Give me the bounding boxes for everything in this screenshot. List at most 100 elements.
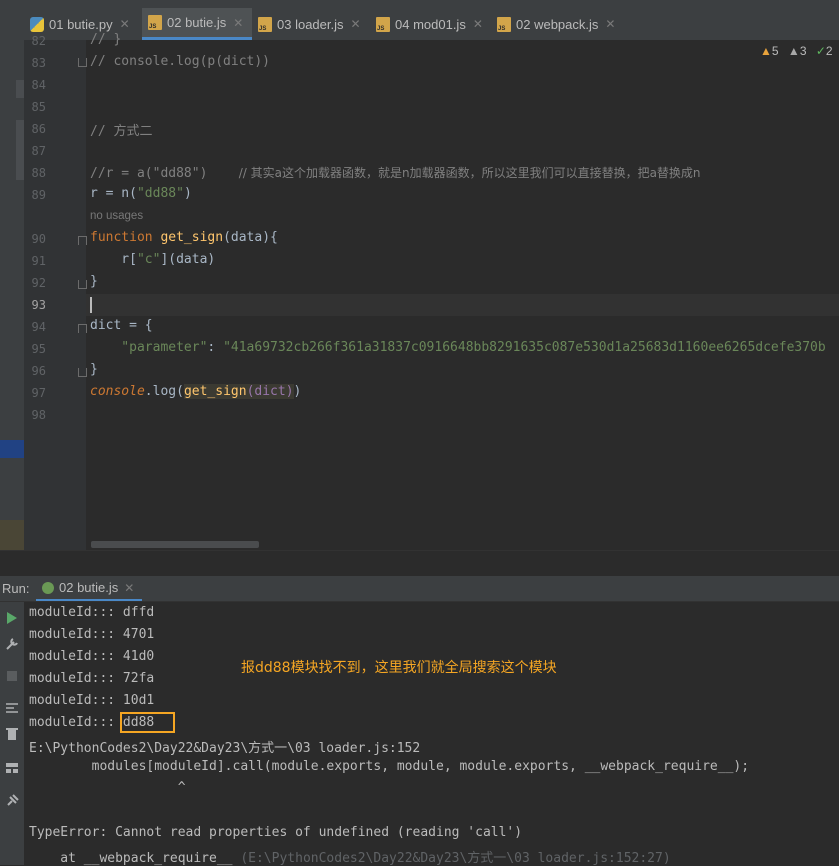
fold-start-icon[interactable]: [78, 324, 87, 333]
fold-start-icon[interactable]: [78, 236, 87, 245]
code-token: ): [293, 384, 302, 399]
string-token: "c": [136, 252, 161, 267]
function-name-token: get_sign: [160, 230, 224, 245]
close-icon[interactable]: ✕: [351, 17, 361, 31]
line-number: 91: [31, 254, 46, 268]
code-token: .log(: [144, 384, 184, 399]
editor-footer: [0, 550, 839, 577]
code-line-95: "parameter": "41a69732cb266f361a31837c09…: [90, 340, 826, 355]
key-token: "parameter": [90, 340, 208, 355]
fold-end-icon[interactable]: [78, 58, 87, 67]
close-icon[interactable]: ✕: [124, 581, 134, 595]
console-line: moduleId::: 10d1: [29, 693, 155, 708]
object-token: console: [90, 384, 145, 399]
usage-hint[interactable]: no usages: [90, 210, 143, 222]
tab-label: 02 webpack.js: [516, 16, 599, 32]
ok-count: 2: [825, 44, 833, 58]
code-token: :: [207, 340, 224, 355]
line-number: 86: [31, 122, 46, 136]
trash-icon[interactable]: [4, 726, 20, 740]
string-token: "dd88": [136, 186, 184, 201]
weak-warning-icon: ▲: [787, 44, 800, 58]
left-tool-strip: [0, 40, 24, 556]
code-token: r[: [90, 252, 137, 267]
tab-02-webpack-js[interactable]: 02 webpack.js ✕: [497, 8, 615, 40]
tab-02-butie-js[interactable]: 02 butie.js ✕: [142, 8, 252, 40]
line-gutter: [24, 40, 86, 550]
horizontal-scrollbar[interactable]: [91, 541, 259, 548]
run-label: Run:: [2, 581, 30, 596]
code-token: r = n(: [90, 186, 137, 201]
js-file-icon: [148, 15, 162, 30]
warning-count: 5: [771, 44, 779, 58]
tab-label: 04 mod01.js: [395, 16, 466, 32]
run-tab-label: 02 butie.js: [59, 580, 119, 595]
pin-icon[interactable]: [4, 792, 20, 806]
code-line-97: console.log(get_sign(dict)): [90, 384, 301, 399]
stack-at: at __webpack_require__: [29, 851, 241, 866]
warning-icon: ▲: [760, 44, 772, 58]
stop-icon[interactable]: [4, 668, 20, 682]
line-number: 98: [31, 408, 46, 422]
error-path[interactable]: E:\PythonCodes2\Day22&Day23\方式一\03 loade…: [29, 737, 420, 756]
fold-end-icon[interactable]: [78, 368, 87, 377]
error-type: TypeError: Cannot read properties of und…: [29, 825, 523, 840]
layout-icon[interactable]: [4, 760, 20, 774]
soft-wrap-icon[interactable]: [4, 700, 20, 714]
js-file-icon: [376, 16, 390, 32]
tab-04-mod01-js[interactable]: 04 mod01.js ✕: [376, 8, 483, 40]
current-line-highlight: [86, 294, 839, 316]
comment: //r = a("dd88"): [90, 166, 208, 181]
code-line-83: // console.log(p(dict)): [90, 54, 271, 69]
bookmark-marker: [16, 80, 24, 98]
run-tab[interactable]: 02 butie.js ✕: [36, 576, 142, 601]
code-token: ): [183, 186, 192, 201]
stack-trace: at __webpack_require__ (E:\PythonCodes2\…: [29, 847, 670, 866]
editor-tab-bar: 01 butie.py ✕ 02 butie.js ✕ 03 loader.js…: [0, 8, 839, 41]
line-number: 89: [31, 188, 46, 202]
line-number-current: 93: [31, 298, 46, 312]
line-number: 96: [31, 364, 46, 378]
close-icon[interactable]: ✕: [120, 17, 130, 31]
inspection-widget[interactable]: ▲5 ▲3 ✓2: [760, 44, 833, 58]
structure-marker: [0, 440, 24, 458]
line-number: 84: [31, 78, 46, 92]
fold-end-icon[interactable]: [78, 280, 87, 289]
keyword-token: function: [90, 230, 153, 245]
rerun-icon[interactable]: [4, 610, 20, 624]
weak-warning-count: 3: [799, 44, 807, 58]
run-tool-window-header: Run: 02 butie.js ✕: [0, 576, 839, 602]
code-line-91: r["c"](data): [90, 252, 215, 267]
annotation-text: 报dd88模块找不到，这里我们就全局搜索这个模块: [241, 660, 557, 676]
highlight-box: dd88: [119, 712, 176, 733]
line-number: 88: [31, 166, 46, 180]
line-number: 85: [31, 100, 46, 114]
tab-label: 01 butie.py: [49, 16, 113, 32]
close-icon[interactable]: ✕: [233, 16, 243, 30]
line-number: 94: [31, 320, 46, 334]
line-number: 92: [31, 276, 46, 290]
node-icon: [42, 581, 54, 594]
line-number: 82: [31, 34, 46, 48]
text-caret: [90, 297, 92, 313]
line-number: 97: [31, 386, 46, 400]
string-token: "41a69732cb266f361a31837c0916648bb829163…: [223, 340, 826, 355]
console-line: moduleId::: 41d0: [29, 649, 155, 664]
code-line-90: function get_sign(data){: [90, 230, 278, 245]
stack-location-link[interactable]: (E:\PythonCodes2\Day22&Day23\方式一\03 load…: [240, 851, 670, 866]
line-number: 90: [31, 232, 46, 246]
close-icon[interactable]: ✕: [473, 17, 483, 31]
code-line-96: }: [90, 362, 98, 377]
title-strip: [0, 0, 839, 8]
code-line-89: r = n("dd88"): [90, 186, 192, 201]
function-name-token: get_sign: [183, 384, 247, 399]
tab-03-loader-js[interactable]: 03 loader.js ✕: [258, 8, 361, 40]
close-icon[interactable]: ✕: [605, 17, 615, 31]
module-prefix: moduleId:::: [29, 715, 123, 730]
console-line: moduleId::: 72fa: [29, 671, 155, 686]
python-file-icon: [30, 16, 44, 32]
line-number: 83: [31, 56, 46, 70]
wrench-icon[interactable]: [4, 636, 20, 650]
console-line: moduleId::: dd88: [29, 712, 176, 733]
js-file-icon: [258, 16, 272, 32]
